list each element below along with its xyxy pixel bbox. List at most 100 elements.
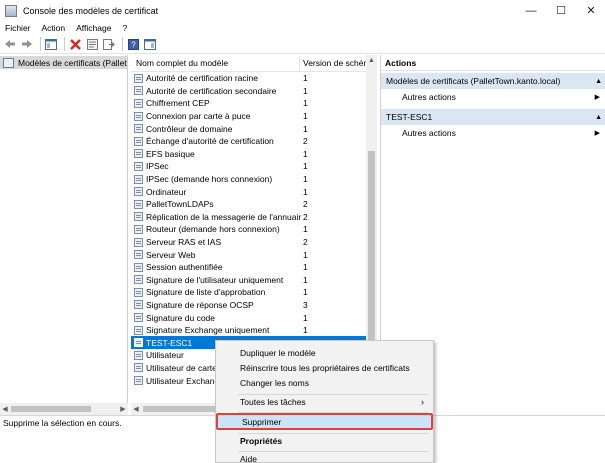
template-schema-version: 1 (303, 224, 308, 235)
certificate-template-icon (134, 187, 143, 197)
context-menu: Dupliquer le modèle Réinscrire tous les … (215, 340, 434, 463)
certificate-template-icon (134, 338, 143, 348)
template-name: Échange d'autorité de certification (146, 136, 274, 147)
table-row[interactable]: Contrôleur de domaine 1 (131, 122, 367, 135)
menu-item-delete[interactable]: Supprimer (216, 413, 433, 430)
menu-affichage[interactable]: Affichage (76, 23, 111, 33)
menu-action[interactable]: Action (42, 23, 66, 33)
menu-fichier[interactable]: Fichier (5, 23, 31, 33)
template-schema-version: 1 (303, 274, 308, 285)
menu-item-properties[interactable]: Propriétés (216, 434, 433, 448)
properties-button[interactable] (85, 37, 99, 51)
table-row[interactable]: Signature du code 1 (131, 311, 367, 324)
delete-button[interactable] (68, 37, 82, 51)
submenu-arrow-icon: ▶ (594, 94, 600, 101)
table-row[interactable]: Session authentifiée 1 (131, 261, 367, 274)
table-row[interactable]: Autorité de certification secondaire 1 (131, 85, 367, 98)
menu-item-all-tasks[interactable]: Toutes les tâches › (216, 395, 433, 409)
tree-item-label: Modèles de certificats (PalletTown.kanto… (18, 57, 127, 68)
export-list-button[interactable] (102, 37, 116, 51)
menu-item-label: Toutes les tâches (240, 397, 306, 407)
help-button[interactable]: ? (126, 37, 140, 51)
toolbar-separator (122, 37, 123, 51)
table-row[interactable]: Ordinateur 1 (131, 185, 367, 198)
minimize-icon: — (525, 4, 537, 17)
scroll-left-icon[interactable]: ◀ (131, 403, 141, 415)
action-more-actions[interactable]: Autres actions ▶ (381, 89, 605, 105)
console-tree-button[interactable] (44, 37, 58, 51)
template-name: Signature de l'utilisateur uniquement (146, 274, 284, 285)
action-section-label: TEST-ESC1 (386, 112, 433, 122)
action-item-label: Autres actions (402, 92, 456, 102)
menu-item-help[interactable]: Aide (216, 452, 433, 463)
collapse-up-icon[interactable]: ▲ (595, 114, 602, 121)
table-row[interactable]: Serveur RAS et IAS 2 (131, 236, 367, 249)
scroll-right-icon[interactable]: ▶ (118, 403, 128, 415)
back-arrow-icon (5, 40, 15, 48)
menu-help[interactable]: ? (122, 23, 127, 33)
tree-horizontal-scrollbar[interactable]: ◀ ▶ (0, 403, 128, 415)
column-header-name[interactable]: Nom complet du modèle (136, 58, 296, 68)
minimize-button[interactable]: — (516, 0, 546, 21)
scroll-up-icon[interactable]: ▲ (366, 55, 377, 65)
forward-button[interactable] (20, 37, 34, 51)
certificate-template-icon (134, 224, 143, 234)
template-schema-version: 2 (303, 136, 308, 147)
certificate-template-icon (134, 212, 143, 222)
action-section-test-esc1[interactable]: TEST-ESC1 ▲ (381, 109, 605, 125)
table-row[interactable]: EFS basique 1 (131, 148, 367, 161)
certificate-template-icon (134, 98, 143, 108)
table-row[interactable]: PalletTownLDAPs 2 (131, 198, 367, 211)
table-row[interactable]: Connexion par carte à puce 1 (131, 110, 367, 123)
column-header-version[interactable]: Version de schéma (303, 58, 366, 68)
actions-title: Actions (381, 55, 605, 71)
menu-item-label: Propriétés (240, 436, 283, 446)
certificate-template-icon (134, 199, 143, 209)
table-row[interactable]: Autorité de certification racine 1 (131, 72, 367, 85)
submenu-arrow-icon: ▶ (594, 130, 600, 137)
table-row[interactable]: Signature de réponse OCSP 3 (131, 299, 367, 312)
action-pane-button[interactable] (143, 37, 157, 51)
certificate-template-icon (134, 111, 143, 121)
template-schema-version: 1 (303, 98, 308, 109)
template-schema-version: 1 (303, 186, 308, 197)
action-more-actions[interactable]: Autres actions ▶ (381, 125, 605, 141)
close-button[interactable]: ✕ (576, 0, 605, 21)
certificate-templates-icon (3, 57, 14, 68)
certificate-template-icon (134, 136, 143, 146)
template-schema-version: 1 (303, 111, 308, 122)
template-schema-version: 1 (303, 85, 308, 96)
table-row[interactable]: Réplication de la messagerie de l'annuai… (131, 211, 367, 224)
maximize-button[interactable]: ☐ (546, 0, 576, 21)
console-tree: Modèles de certificats (PalletTown.kanto… (0, 55, 128, 403)
scrollbar-thumb[interactable] (11, 406, 91, 412)
menu-item-change-names[interactable]: Changer les noms (216, 376, 433, 390)
template-name: Routeur (demande hors connexion) (146, 224, 280, 235)
scrollbar-thumb[interactable] (368, 151, 375, 351)
table-row[interactable]: Chiffrement CEP 1 (131, 97, 367, 110)
table-row[interactable]: IPSec 1 (131, 160, 367, 173)
scroll-left-icon[interactable]: ◀ (0, 403, 10, 415)
table-row[interactable]: Signature de l'utilisateur uniquement 1 (131, 274, 367, 287)
column-divider[interactable] (299, 56, 300, 71)
certificate-template-icon (134, 313, 143, 323)
template-name: Ordinateur (146, 186, 187, 197)
template-name: Réplication de la messagerie de l'annuai… (146, 211, 301, 222)
forward-arrow-icon (22, 40, 32, 48)
back-button[interactable] (3, 37, 17, 51)
table-row[interactable]: Signature de liste d'approbation 1 (131, 286, 367, 299)
table-row[interactable]: Échange d'autorité de certification 2 (131, 135, 367, 148)
menu-item-reenroll-all[interactable]: Réinscrire tous les propriétaires de cer… (216, 361, 433, 375)
table-row[interactable]: Signature Exchange uniquement 1 (131, 324, 367, 337)
template-schema-version: 1 (303, 287, 308, 298)
certificate-template-icon (134, 124, 143, 134)
table-row[interactable]: IPSec (demande hors connexion) 1 (131, 173, 367, 186)
template-schema-version: 1 (303, 325, 308, 336)
tree-item-certificate-templates[interactable]: Modèles de certificats (PalletTown.kanto… (0, 56, 127, 69)
menu-item-duplicate-template[interactable]: Dupliquer le modèle (216, 346, 433, 360)
collapse-up-icon[interactable]: ▲ (595, 78, 602, 85)
table-row[interactable]: Routeur (demande hors connexion) 1 (131, 223, 367, 236)
table-row[interactable]: Serveur Web 1 (131, 248, 367, 261)
action-section-label: Modèles de certificats (PalletTown.kanto… (386, 76, 561, 86)
action-section-templates[interactable]: Modèles de certificats (PalletTown.kanto… (381, 73, 605, 89)
